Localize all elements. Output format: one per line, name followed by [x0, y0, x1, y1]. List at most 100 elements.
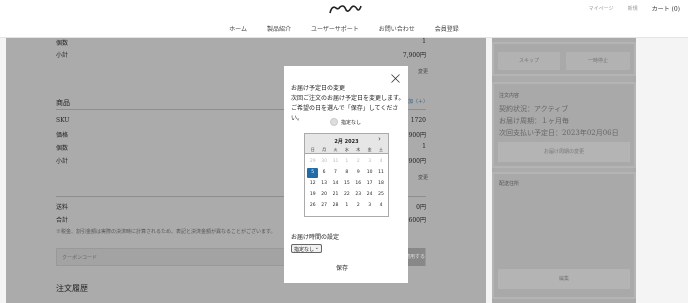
next-payment: 次回支払い予定日：2023年02月06日 — [499, 129, 619, 137]
skip-button[interactable]: スキップ — [498, 52, 560, 70]
calendar-day[interactable]: 15 — [341, 179, 352, 189]
no-date-radio[interactable] — [330, 118, 338, 126]
mypage-link[interactable]: マイページ — [589, 5, 614, 12]
calendar-header: 2月 2023 › 日 月 火 水 木 金 土 — [305, 134, 388, 154]
calendar-day[interactable]: 3 — [364, 201, 375, 211]
modal-description: 次回ご注文のお届け予定日を変更します。 — [291, 95, 405, 102]
calendar-day[interactable]: 4 — [375, 201, 386, 211]
calendar-day: 3 — [368, 159, 372, 164]
modal-title: お届け予定日の変更 — [291, 85, 346, 92]
order-detail-panel: 個数 1 小計 7,900円 変更 商品 追加（＋） SKU 1720 価格 7… — [6, 38, 486, 303]
calendar-week: 26 27 28 1 2 3 4 — [307, 201, 387, 212]
calendar-day[interactable]: 26 — [307, 201, 318, 211]
order-history-title: 注文履歴 — [56, 284, 88, 293]
calendar-day: 29 — [309, 159, 316, 164]
calendar-day[interactable]: 25 — [375, 190, 386, 200]
calendar-day[interactable]: 16 — [353, 179, 364, 189]
row-label: 合計 — [56, 217, 69, 224]
subscription-sidebar: スキップ 一時停止 注文内容 契約状況：アクティブ お届け周期：１ヶ月毎 次回支… — [492, 38, 636, 303]
delivery-date-modal: お届け予定日の変更 次回ご注文のお届け予定日を変更します。 ご希望の日を選んで「… — [284, 66, 408, 283]
nav-contact[interactable]: お問い合わせ — [379, 24, 415, 33]
calendar-day[interactable]: 14 — [330, 179, 341, 189]
row-label: 個数 — [56, 40, 69, 47]
calendar-day[interactable]: 6 — [318, 168, 329, 178]
apply-coupon-button[interactable]: 適用する — [405, 248, 425, 266]
change-link[interactable]: 変更 — [418, 174, 428, 181]
row-label: SKU — [56, 117, 70, 124]
no-date-option[interactable]: 指定なし — [330, 118, 361, 126]
pause-button[interactable]: 一時停止 — [566, 52, 630, 70]
weekday-label: 木 — [356, 147, 361, 152]
calendar-day-selected[interactable]: 5 — [307, 168, 319, 178]
row-value: 1 — [422, 143, 426, 150]
quantity-row: 個数 1 — [56, 38, 426, 47]
calendar-grid: 29 30 31 1 2 3 4 5 6 7 8 9 10 11 12 13 1… — [307, 157, 387, 212]
row-label: 小計 — [56, 158, 69, 165]
main-nav: ホーム 製品紹介 ユーザーサポート お問い合わせ 会員登録 — [0, 24, 688, 33]
calendar-day[interactable]: 11 — [375, 168, 386, 178]
brand-logo[interactable] — [328, 2, 362, 15]
calendar-day[interactable]: 7 — [330, 168, 341, 178]
row-value: 7,900円 — [402, 52, 426, 59]
actions-card: スキップ 一時停止 — [492, 42, 636, 76]
calendar-day[interactable]: 22 — [341, 190, 352, 200]
select-value: 指定なし — [294, 247, 315, 253]
change-cycle-button[interactable]: お届け周期の変更 — [498, 142, 630, 162]
products-title: 商品 — [56, 99, 70, 107]
row-label: 個数 — [56, 145, 69, 152]
calendar-day[interactable]: 21 — [330, 190, 341, 200]
tax-note: ※税金、割引金額は実際の決済時に計算されるため、表記と決済金額が異なることがござ… — [56, 229, 276, 235]
calendar-day[interactable]: 17 — [364, 179, 375, 189]
calendar-day[interactable]: 10 — [364, 168, 375, 178]
calendar-day[interactable]: 18 — [375, 179, 386, 189]
weekday-header: 日 月 火 水 木 金 土 — [307, 147, 387, 153]
calendar-day[interactable]: 1 — [341, 201, 352, 211]
close-icon[interactable] — [391, 74, 400, 83]
calendar-day[interactable]: 28 — [330, 201, 341, 211]
calendar-day[interactable]: 8 — [341, 168, 352, 178]
weekday-label: 土 — [379, 147, 384, 152]
calendar-day[interactable]: 23 — [353, 190, 364, 200]
calendar-day: 2 — [356, 159, 360, 164]
calendar-day: 1 — [345, 159, 349, 164]
delivery-time-select[interactable]: 指定なし ⌄ — [291, 244, 322, 253]
calendar-week: 5 6 7 8 9 10 11 — [307, 168, 387, 179]
calendar-day: 4 — [379, 159, 383, 164]
calendar-day[interactable]: 19 — [307, 190, 318, 200]
edit-address-button[interactable]: 編集 — [498, 269, 630, 289]
row-label: 小計 — [56, 52, 69, 59]
row-value: 1 — [422, 38, 426, 45]
calendar-day[interactable]: 12 — [307, 179, 318, 189]
save-button[interactable]: 保存 — [336, 263, 348, 272]
calendar-day[interactable]: 27 — [318, 201, 329, 211]
nav-products[interactable]: 製品紹介 — [267, 24, 291, 33]
shipping-title: 配送住所 — [499, 181, 520, 187]
calendar-month: 2月 2023 — [334, 139, 359, 145]
new-link[interactable]: 新規 — [628, 5, 638, 12]
calendar-day[interactable]: 9 — [353, 168, 364, 178]
calendar-day[interactable]: 2 — [353, 201, 364, 211]
nav-register[interactable]: 会員登録 — [435, 24, 459, 33]
delivery-cycle: お届け周期：１ヶ月毎 — [499, 117, 569, 125]
coupon-placeholder: クーポンコード — [62, 255, 98, 261]
nav-support[interactable]: ユーザーサポート — [311, 24, 359, 33]
weekday-label: 水 — [344, 147, 349, 152]
subtotal-row: 小計 7,900円 — [56, 50, 426, 59]
site-header: マイページ 新規 カート (0) ホーム 製品紹介 ユーザーサポート お問い合わ… — [0, 0, 688, 38]
calendar-day: 30 — [321, 159, 327, 164]
cart-link[interactable]: カート (0) — [652, 4, 680, 13]
change-link[interactable]: 変更 — [418, 68, 428, 75]
calendar-day[interactable]: 13 — [318, 179, 329, 189]
shipping-card: 配送住所 編集 — [492, 172, 636, 299]
weekday-label: 月 — [322, 147, 327, 152]
calendar-day[interactable]: 20 — [318, 190, 329, 200]
chevron-down-icon: ⌄ — [314, 245, 319, 251]
date-picker: 2月 2023 › 日 月 火 水 木 金 土 29 30 31 1 2 3 4 — [304, 133, 389, 217]
nav-home[interactable]: ホーム — [229, 24, 247, 33]
next-month-icon[interactable]: › — [378, 135, 381, 143]
row-value: 1720 — [410, 117, 426, 124]
row-label: 送料 — [56, 204, 69, 211]
row-value: 0円 — [416, 204, 426, 211]
calendar-day[interactable]: 24 — [364, 190, 375, 200]
calendar-week: 29 30 31 1 2 3 4 — [307, 157, 387, 168]
